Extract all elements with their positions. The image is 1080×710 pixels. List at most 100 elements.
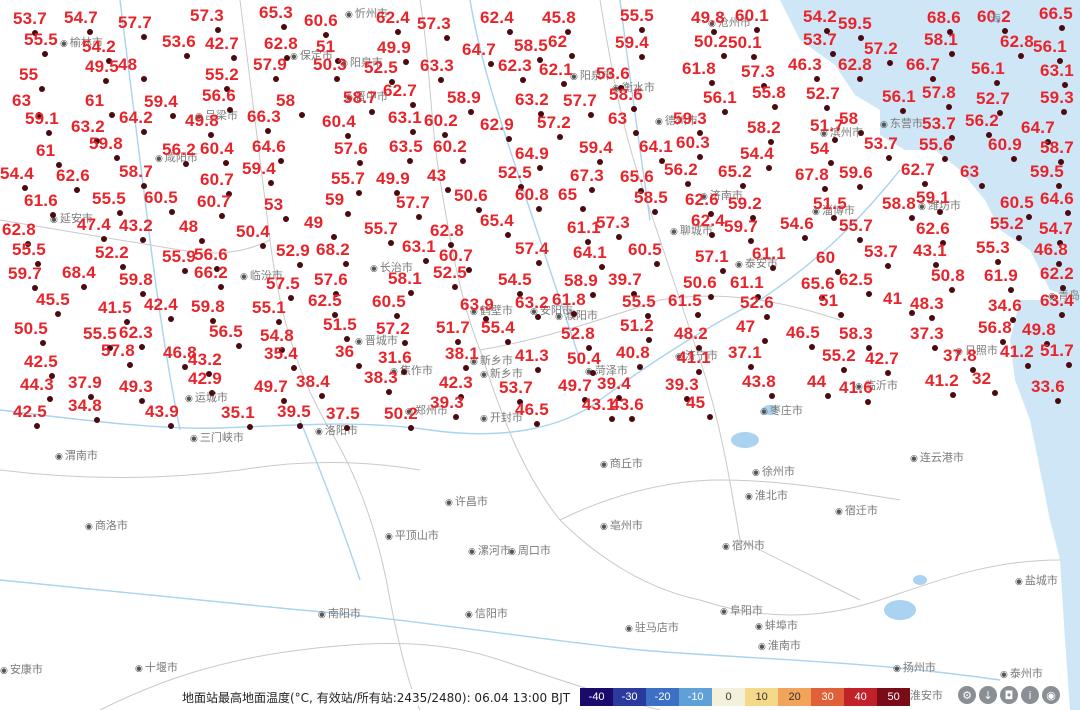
- station-dot[interactable]: [1055, 398, 1061, 404]
- station-dot[interactable]: [885, 370, 891, 376]
- station-dot[interactable]: [140, 237, 146, 243]
- station-dot[interactable]: [946, 104, 952, 110]
- station-dot[interactable]: [685, 181, 691, 187]
- station-dot[interactable]: [438, 77, 444, 83]
- station-dot[interactable]: [1025, 363, 1031, 369]
- station-dot[interactable]: [857, 76, 863, 82]
- station-dot[interactable]: [535, 367, 541, 373]
- station-dot[interactable]: [215, 27, 221, 33]
- station-dot[interactable]: [1059, 312, 1065, 318]
- station-dot[interactable]: [825, 393, 831, 399]
- station-dot[interactable]: [407, 158, 413, 164]
- station-dot[interactable]: [209, 390, 215, 396]
- station-dot[interactable]: [762, 338, 768, 344]
- station-dot[interactable]: [184, 53, 190, 59]
- station-dot[interactable]: [950, 392, 956, 398]
- station-dot[interactable]: [831, 215, 837, 221]
- station-dot[interactable]: [814, 76, 820, 82]
- station-dot[interactable]: [764, 314, 770, 320]
- station-dot[interactable]: [707, 414, 713, 420]
- station-dot[interactable]: [1008, 287, 1014, 293]
- station-dot[interactable]: [507, 29, 513, 35]
- station-dot[interactable]: [697, 154, 703, 160]
- station-dot[interactable]: [236, 343, 242, 349]
- station-dot[interactable]: [838, 312, 844, 318]
- station-dot[interactable]: [537, 165, 543, 171]
- station-dot[interactable]: [50, 212, 56, 218]
- station-dot[interactable]: [39, 86, 45, 92]
- station-dot[interactable]: [695, 312, 701, 318]
- station-dot[interactable]: [74, 187, 80, 193]
- download-icon[interactable]: ↓: [979, 686, 997, 704]
- station-dot[interactable]: [637, 364, 643, 370]
- station-dot[interactable]: [772, 104, 778, 110]
- station-dot[interactable]: [865, 399, 871, 405]
- station-dot[interactable]: [535, 314, 541, 320]
- station-dot[interactable]: [597, 159, 603, 165]
- station-dot[interactable]: [357, 160, 363, 166]
- station-dot[interactable]: [402, 340, 408, 346]
- station-dot[interactable]: [283, 216, 289, 222]
- station-dot[interactable]: [609, 416, 615, 422]
- station-dot[interactable]: [824, 105, 830, 111]
- station-dot[interactable]: [942, 156, 948, 162]
- station-dot[interactable]: [265, 128, 271, 134]
- station-dot[interactable]: [520, 77, 526, 83]
- station-dot[interactable]: [809, 344, 815, 350]
- station-dot[interactable]: [403, 59, 409, 65]
- station-dot[interactable]: [857, 184, 863, 190]
- station-dot[interactable]: [219, 213, 225, 219]
- station-dot[interactable]: [828, 160, 834, 166]
- station-dot[interactable]: [599, 264, 605, 270]
- station-dot[interactable]: [345, 211, 351, 217]
- station-dot[interactable]: [170, 113, 176, 119]
- station-dot[interactable]: [218, 284, 224, 290]
- station-dot[interactable]: [885, 263, 891, 269]
- station-dot[interactable]: [802, 235, 808, 241]
- station-dot[interactable]: [740, 183, 746, 189]
- station-dot[interactable]: [1065, 210, 1071, 216]
- station-dot[interactable]: [34, 423, 40, 429]
- station-dot[interactable]: [857, 237, 863, 243]
- station-dot[interactable]: [721, 53, 727, 59]
- station-dot[interactable]: [278, 158, 284, 164]
- station-dot[interactable]: [580, 206, 586, 212]
- station-dot[interactable]: [452, 284, 458, 290]
- station-dot[interactable]: [949, 287, 955, 293]
- station-dot[interactable]: [208, 132, 214, 138]
- station-dot[interactable]: [557, 134, 563, 140]
- temperature-map[interactable]: 榆林市忻州市沧州市阳泉市衡水市阳泉市晋中市吕梁市德州市滨州市东营市淄博市潍坊市济…: [0, 0, 1080, 710]
- station-dot[interactable]: [46, 130, 52, 136]
- station-dot[interactable]: [709, 80, 715, 86]
- station-dot[interactable]: [460, 158, 466, 164]
- station-dot[interactable]: [929, 315, 935, 321]
- station-dot[interactable]: [401, 369, 407, 375]
- station-dot[interactable]: [1066, 362, 1072, 368]
- eye-icon[interactable]: ◉: [1042, 686, 1060, 704]
- station-dot[interactable]: [1011, 156, 1017, 162]
- station-dot[interactable]: [297, 423, 303, 429]
- station-dot[interactable]: [444, 35, 450, 41]
- station-dot[interactable]: [866, 291, 872, 297]
- station-dot[interactable]: [169, 209, 175, 215]
- station-dot[interactable]: [561, 81, 567, 87]
- station-dot[interactable]: [1018, 53, 1024, 59]
- station-dot[interactable]: [769, 393, 775, 399]
- station-dot[interactable]: [841, 367, 847, 373]
- station-dot[interactable]: [47, 396, 53, 402]
- station-dot[interactable]: [319, 393, 325, 399]
- station-dot[interactable]: [247, 424, 253, 430]
- station-dot[interactable]: [468, 109, 474, 115]
- station-dot[interactable]: [822, 186, 828, 192]
- station-dot[interactable]: [356, 363, 362, 369]
- station-dot[interactable]: [830, 51, 836, 57]
- station-dot[interactable]: [386, 389, 392, 395]
- station-dot[interactable]: [708, 294, 714, 300]
- station-dot[interactable]: [909, 215, 915, 221]
- station-dot[interactable]: [141, 76, 147, 82]
- station-dot[interactable]: [1026, 214, 1032, 220]
- station-dot[interactable]: [505, 339, 511, 345]
- station-dot[interactable]: [445, 187, 451, 193]
- station-dot[interactable]: [40, 340, 46, 346]
- station-dot[interactable]: [388, 240, 394, 246]
